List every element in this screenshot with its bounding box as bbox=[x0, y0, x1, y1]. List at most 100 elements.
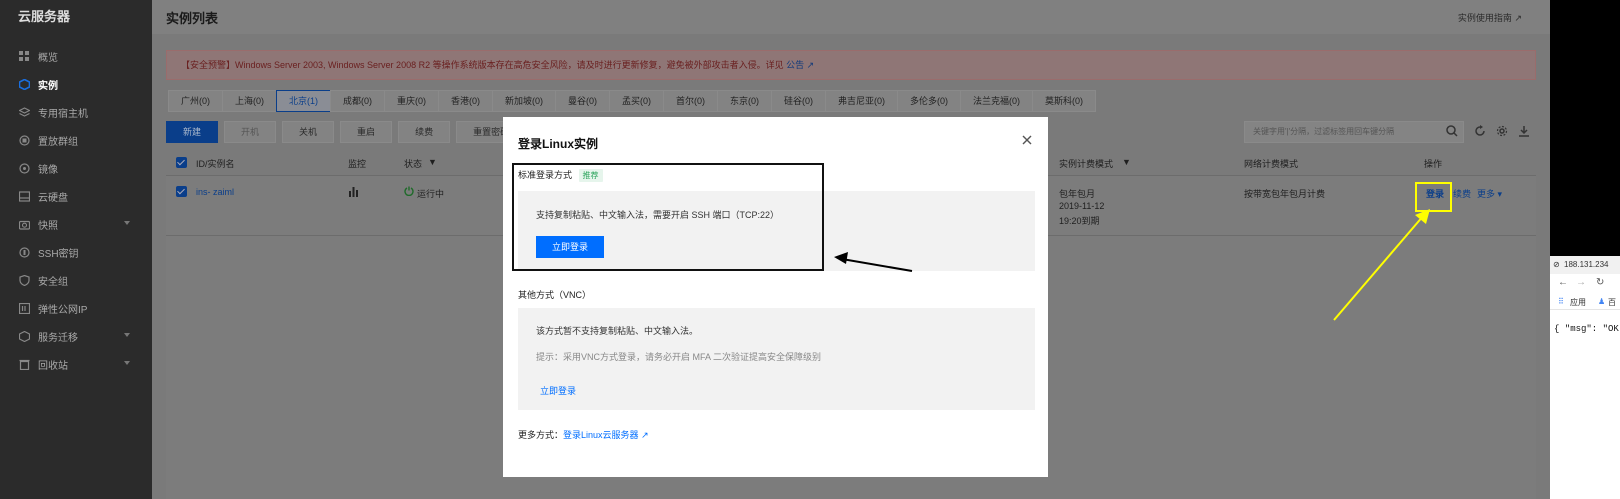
bookmark-item[interactable]: 百 bbox=[1608, 297, 1616, 308]
start-button[interactable]: 开机 bbox=[224, 121, 277, 143]
gear-icon[interactable] bbox=[1496, 125, 1508, 140]
new-button[interactable]: 新建 bbox=[166, 121, 219, 143]
region-tab[interactable]: 硅谷(0) bbox=[771, 90, 826, 112]
toolbar: 新建 开机 关机 重启 续费 重置密码 bbox=[166, 121, 532, 143]
vnc-login-button[interactable]: 立即登录 bbox=[540, 384, 576, 397]
more-methods-prefix: 更多方式： bbox=[518, 430, 564, 440]
region-tab[interactable]: 新加坡(0) bbox=[492, 90, 556, 112]
sidebar-item-dedicated-host[interactable]: 专用宿主机 bbox=[0, 98, 152, 126]
sidebar-item-snapshot[interactable]: 快照 bbox=[0, 210, 152, 238]
region-tab[interactable]: 上海(0) bbox=[222, 90, 277, 112]
vnc-hint: 提示：采用VNC方式登录，请务必开启 MFA 二次验证提高安全保障级别 bbox=[536, 352, 822, 362]
header-id: ID/实例名 bbox=[196, 159, 235, 169]
renew-button[interactable]: 续费 bbox=[398, 121, 451, 143]
ip-icon bbox=[18, 302, 30, 314]
sidebar-item-migration[interactable]: 服务迁移 bbox=[0, 322, 152, 350]
close-icon[interactable] bbox=[1022, 135, 1034, 147]
back-icon[interactable]: ← bbox=[1558, 277, 1568, 288]
external-link-icon: ↗ bbox=[1514, 13, 1522, 23]
region-tab[interactable]: 法兰克福(0) bbox=[960, 90, 1033, 112]
status-text: 运行中 bbox=[417, 189, 445, 199]
address-text: 188.131.234 bbox=[1564, 260, 1609, 269]
billing-date: 2019-11-12 bbox=[1059, 201, 1105, 211]
sidebar-brand: 云服务器 bbox=[18, 9, 71, 24]
site-info-icon: ⊘ bbox=[1553, 260, 1560, 269]
more-link[interactable]: 更多 ▾ bbox=[1477, 187, 1502, 200]
download-icon[interactable] bbox=[1518, 125, 1530, 140]
stop-button[interactable]: 关机 bbox=[282, 121, 335, 143]
sidebar-item-label: 弹性公网IP bbox=[38, 304, 88, 316]
sidebar-item-cloud-disk[interactable]: 云硬盘 bbox=[0, 182, 152, 210]
cube-icon bbox=[18, 78, 30, 90]
migration-icon bbox=[18, 330, 30, 342]
header-billing: 实例计费模式 bbox=[1059, 159, 1114, 169]
renew-link[interactable]: 续费 bbox=[1453, 187, 1471, 200]
region-tab[interactable]: 香港(0) bbox=[438, 90, 493, 112]
sidebar-item-ssh-key[interactable]: SSH密钥 bbox=[0, 238, 152, 266]
more-label: 更多 bbox=[1477, 189, 1496, 199]
restart-button[interactable]: 重启 bbox=[340, 121, 393, 143]
camera-icon bbox=[18, 218, 30, 230]
bookmark-apps[interactable]: 应用 bbox=[1570, 297, 1586, 308]
chevron-down-icon bbox=[124, 221, 130, 225]
region-tab[interactable]: 广州(0) bbox=[168, 90, 223, 112]
region-tab[interactable]: 北京(1) bbox=[276, 90, 331, 112]
external-link-icon: ↗ bbox=[806, 60, 815, 70]
forward-icon[interactable]: → bbox=[1576, 277, 1586, 288]
security-alert: 【安全预警】Windows Server 2003, Windows Serve… bbox=[166, 50, 1536, 80]
power-icon bbox=[404, 186, 414, 198]
filter-icon[interactable]: ▼ bbox=[428, 157, 437, 167]
header-ops: 操作 bbox=[1424, 159, 1443, 169]
sidebar-item-recycle-bin[interactable]: 回收站 bbox=[0, 350, 152, 378]
region-tab[interactable]: 弗吉尼亚(0) bbox=[825, 90, 898, 112]
alert-text: 【安全预警】Windows Server 2003, Windows Serve… bbox=[181, 60, 784, 70]
header-status: 状态 bbox=[404, 159, 423, 169]
sidebar-item-overview[interactable]: 概览 bbox=[0, 42, 152, 70]
guide-link[interactable]: 实例使用指南 ↗ bbox=[1458, 11, 1522, 24]
header-network: 网络计费模式 bbox=[1244, 159, 1299, 169]
sidebar-item-image[interactable]: 镜像 bbox=[0, 154, 152, 182]
chevron-down-icon bbox=[124, 361, 130, 365]
region-tab[interactable]: 多伦多(0) bbox=[897, 90, 961, 112]
row-checkbox[interactable] bbox=[176, 186, 187, 197]
network-billing: 按带宽包年包月计费 bbox=[1244, 189, 1326, 199]
desktop-background bbox=[1550, 0, 1620, 256]
address-bar[interactable]: ⊘ 188.131.234 bbox=[1550, 256, 1620, 274]
search-icon[interactable] bbox=[1446, 125, 1458, 140]
filter-icon[interactable]: ▼ bbox=[1122, 157, 1131, 167]
region-tab[interactable]: 东京(0) bbox=[717, 90, 772, 112]
monitor-chart-icon[interactable] bbox=[348, 186, 359, 199]
instance-id-link[interactable]: ins- zaiml bbox=[196, 187, 234, 197]
sidebar-item-label: SSH密钥 bbox=[38, 248, 79, 260]
placement-icon bbox=[18, 134, 30, 146]
region-tab[interactable]: 重庆(0) bbox=[384, 90, 439, 112]
region-tab[interactable]: 孟买(0) bbox=[609, 90, 664, 112]
sidebar-item-security-group[interactable]: 安全组 bbox=[0, 266, 152, 294]
search-input[interactable]: 关键字用'|'分隔，过滤标签用回车键分隔 bbox=[1244, 121, 1464, 143]
bookmark-icon: ♟ bbox=[1598, 297, 1606, 306]
sidebar-item-label: 回收站 bbox=[38, 360, 68, 372]
region-tab[interactable]: 首尔(0) bbox=[663, 90, 718, 112]
region-tab[interactable]: 成都(0) bbox=[330, 90, 385, 112]
region-tab[interactable]: 曼谷(0) bbox=[555, 90, 610, 112]
sidebar-item-label: 快照 bbox=[38, 220, 58, 232]
sidebar-item-instances[interactable]: 实例 bbox=[0, 70, 152, 98]
alert-link[interactable]: 公告 bbox=[786, 60, 804, 70]
reload-icon[interactable]: ↻ bbox=[1596, 277, 1604, 288]
vnc-login-label: 其他方式（VNC） bbox=[518, 290, 592, 300]
region-tab[interactable]: 莫斯科(0) bbox=[1032, 90, 1096, 112]
select-all-checkbox[interactable] bbox=[176, 157, 187, 168]
shield-icon bbox=[18, 274, 30, 286]
sidebar-item-label: 专用宿主机 bbox=[38, 108, 88, 120]
billing-expire: 19:20到期 bbox=[1059, 216, 1100, 226]
layers-icon bbox=[18, 106, 30, 118]
sidebar-item-placement-group[interactable]: 置放群组 bbox=[0, 126, 152, 154]
sidebar-item-label: 实例 bbox=[38, 80, 58, 92]
header-monitor: 监控 bbox=[348, 159, 367, 169]
vnc-login-box: 该方式暂不支持复制粘贴、中文输入法。 提示：采用VNC方式登录，请务必开启 MF… bbox=[518, 308, 1035, 410]
sidebar-item-label: 概览 bbox=[38, 52, 58, 64]
login-linux-guide-link[interactable]: 登录Linux云服务器 bbox=[563, 430, 639, 440]
sidebar-item-eip[interactable]: 弹性公网IP bbox=[0, 294, 152, 322]
apps-icon[interactable]: ⠿ bbox=[1558, 297, 1564, 306]
refresh-icon[interactable] bbox=[1474, 125, 1486, 140]
